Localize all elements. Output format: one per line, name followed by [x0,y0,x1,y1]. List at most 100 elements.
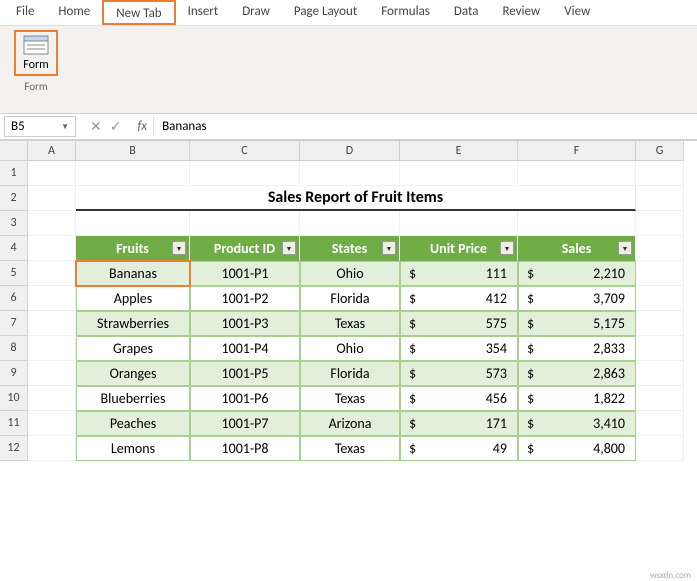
cell[interactable] [636,436,684,461]
cell-c7[interactable]: 1001-P3 [190,311,300,336]
filter-icon[interactable]: ▼ [500,241,514,255]
cell-d7[interactable]: Texas [300,311,400,336]
cell-f10[interactable]: $1,822 [518,386,636,411]
cell[interactable] [636,311,684,336]
cell-d6[interactable]: Florida [300,286,400,311]
cell[interactable] [28,411,76,436]
cell[interactable] [28,286,76,311]
cell-f12[interactable]: $4,800 [518,436,636,461]
cell-c9[interactable]: 1001-P5 [190,361,300,386]
tab-insert[interactable]: Insert [176,0,231,25]
row-head-4[interactable]: 4 [0,236,28,261]
cell-e11[interactable]: $171 [400,411,518,436]
cell[interactable] [636,161,684,186]
cell-e7[interactable]: $575 [400,311,518,336]
cell[interactable] [400,211,518,236]
table-header-unitprice[interactable]: Unit Price▼ [400,236,518,261]
name-box[interactable]: B5 ▼ [4,116,76,137]
cell-c5[interactable]: 1001-P1 [190,261,300,286]
row-head-7[interactable]: 7 [0,311,28,336]
cell[interactable] [28,236,76,261]
cell-b10[interactable]: Blueberries [76,386,190,411]
cell[interactable] [300,211,400,236]
cell-e8[interactable]: $354 [400,336,518,361]
table-header-fruits[interactable]: Fruits▼ [76,236,190,261]
col-head-d[interactable]: D [300,141,400,161]
cell[interactable] [636,236,684,261]
tab-file[interactable]: File [4,0,46,25]
cell[interactable] [636,186,684,211]
cell[interactable] [636,286,684,311]
cell[interactable] [190,161,300,186]
confirm-icon[interactable]: ✓ [110,118,122,135]
select-all-corner[interactable] [0,141,28,161]
col-head-b[interactable]: B [76,141,190,161]
row-head-9[interactable]: 9 [0,361,28,386]
cell-e10[interactable]: $456 [400,386,518,411]
cell-f6[interactable]: $3,709 [518,286,636,311]
cell-f11[interactable]: $3,410 [518,411,636,436]
cell[interactable] [28,211,76,236]
cell-c8[interactable]: 1001-P4 [190,336,300,361]
cell[interactable] [636,361,684,386]
cell-c6[interactable]: 1001-P2 [190,286,300,311]
tab-review[interactable]: Review [490,0,552,25]
row-head-5[interactable]: 5 [0,261,28,286]
cell-b5[interactable]: Bananas [76,261,190,286]
cell-c10[interactable]: 1001-P6 [190,386,300,411]
cell[interactable] [300,161,400,186]
cell-d9[interactable]: Florida [300,361,400,386]
cell-b9[interactable]: Oranges [76,361,190,386]
filter-icon[interactable]: ▼ [618,241,632,255]
cell-e9[interactable]: $573 [400,361,518,386]
cell[interactable] [76,211,190,236]
col-head-c[interactable]: C [190,141,300,161]
cell[interactable] [76,161,190,186]
cell-e12[interactable]: $49 [400,436,518,461]
cell[interactable] [518,161,636,186]
cell-f5[interactable]: $2,210 [518,261,636,286]
row-head-8[interactable]: 8 [0,336,28,361]
col-head-g[interactable]: G [636,141,684,161]
table-header-productid[interactable]: Product ID▼ [190,236,300,261]
cell-d12[interactable]: Texas [300,436,400,461]
cell-f7[interactable]: $5,175 [518,311,636,336]
cell-b6[interactable]: Apples [76,286,190,311]
cell[interactable] [28,261,76,286]
cell-e6[interactable]: $412 [400,286,518,311]
tab-new-tab[interactable]: New Tab [102,0,175,25]
cell-c11[interactable]: 1001-P7 [190,411,300,436]
filter-icon[interactable]: ▼ [172,241,186,255]
form-button[interactable]: Form [14,30,58,76]
tab-page-layout[interactable]: Page Layout [282,0,369,25]
col-head-a[interactable]: A [28,141,76,161]
cell[interactable] [28,436,76,461]
row-head-1[interactable]: 1 [0,161,28,186]
row-head-3[interactable]: 3 [0,211,28,236]
cell-c12[interactable]: 1001-P8 [190,436,300,461]
tab-formulas[interactable]: Formulas [369,0,442,25]
cell-d10[interactable]: Texas [300,386,400,411]
cell-b12[interactable]: Lemons [76,436,190,461]
cell-d8[interactable]: Ohio [300,336,400,361]
cell-b7[interactable]: Strawberries [76,311,190,336]
cell[interactable] [636,261,684,286]
tab-home[interactable]: Home [46,0,102,25]
table-header-states[interactable]: States▼ [300,236,400,261]
cell-d5[interactable]: Ohio [300,261,400,286]
col-head-e[interactable]: E [400,141,518,161]
cell[interactable] [400,161,518,186]
row-head-10[interactable]: 10 [0,386,28,411]
formula-input[interactable]: Bananas [153,117,697,136]
tab-view[interactable]: View [552,0,602,25]
cell[interactable] [190,211,300,236]
cell[interactable] [636,211,684,236]
cell-b8[interactable]: Grapes [76,336,190,361]
filter-icon[interactable]: ▼ [282,241,296,255]
cell[interactable] [28,386,76,411]
cell[interactable] [28,336,76,361]
row-head-6[interactable]: 6 [0,286,28,311]
cell-d11[interactable]: Arizona [300,411,400,436]
report-title[interactable]: Sales Report of Fruit Items [76,186,636,211]
tab-draw[interactable]: Draw [230,0,282,25]
